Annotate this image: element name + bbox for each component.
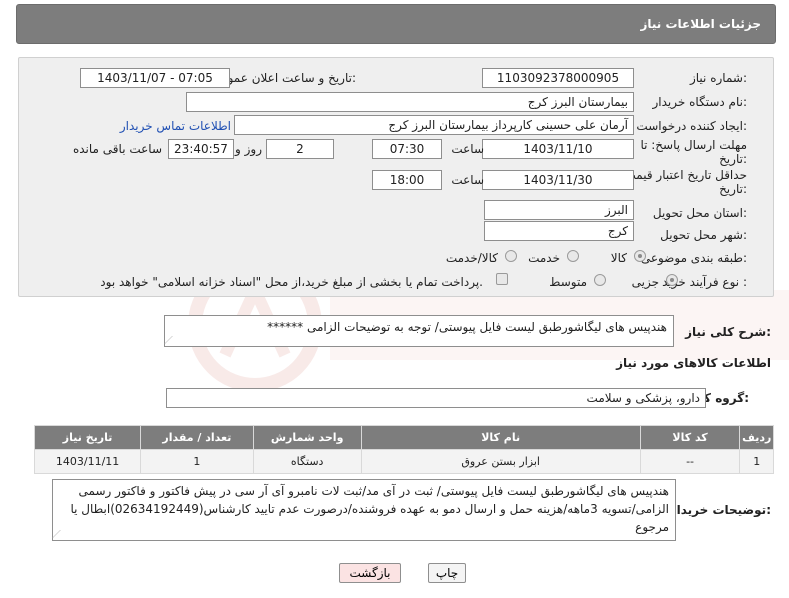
category-radio-goods-service[interactable] — [505, 250, 517, 262]
need-number-label: شماره نیاز: — [689, 71, 747, 85]
buyer-org-field[interactable]: بیمارستان البرز کرج — [186, 92, 634, 112]
col-header-row: ردیف — [739, 425, 774, 450]
price-validity-date-field[interactable]: 1403/11/30 — [482, 170, 634, 190]
description-text: هندپیس های لیگاشورطبق لیست فایل پیوستی/ … — [267, 320, 667, 334]
category-label: طبقه بندی موضوعی: — [640, 251, 747, 265]
category-option-goods-service: کالا/خدمت — [445, 251, 498, 265]
purchase-radio-medium[interactable] — [594, 274, 606, 286]
price-validity-time-field[interactable]: 18:00 — [372, 170, 442, 190]
col-header-code: کد کالا — [639, 425, 741, 450]
back-button[interactable]: بازگشت — [339, 563, 401, 583]
price-validity-label-date: تاریخ: — [719, 182, 747, 196]
treasury-payment-note: پرداخت تمام یا بخشی از مبلغ خرید،از محل … — [100, 275, 483, 289]
reply-deadline-time-field[interactable]: 07:30 — [372, 139, 442, 159]
cell-code: -- — [639, 449, 741, 474]
cell-unit: دستگاه — [252, 449, 362, 474]
delivery-city-label: شهر محل تحویل: — [660, 228, 747, 242]
requester-label: ایجاد کننده درخواست: — [636, 119, 747, 133]
cell-name: ابزار بستن عروق — [360, 449, 641, 474]
buyer-notes-textarea[interactable]: هندپیس های لیگاشورطبق لیست فایل پیوستی/ … — [52, 479, 676, 541]
reply-deadline-label: مهلت ارسال پاسخ: تا — [640, 138, 747, 152]
days-label: روز و — [235, 142, 262, 156]
buyer-org-label: نام دستگاه خریدار: — [652, 95, 748, 109]
price-validity-time-label: ساعت — [451, 173, 484, 187]
print-button[interactable]: چاپ — [428, 563, 466, 583]
delivery-city-field[interactable]: کرج — [484, 221, 634, 241]
remaining-time-field[interactable]: 23:40:57 — [168, 139, 234, 159]
col-header-name: نام کالا — [360, 425, 641, 450]
buyer-contact-link[interactable]: اطلاعات تماس خریدار — [120, 119, 231, 133]
description-textarea[interactable]: هندپیس های لیگاشورطبق لیست فایل پیوستی/ … — [164, 315, 674, 347]
page-title: جزئیات اطلاعات نیاز — [640, 17, 761, 31]
header-bar: جزئیات اطلاعات نیاز — [16, 4, 776, 44]
purchase-option-medium: متوسط — [549, 275, 587, 289]
goods-section-title: اطلاعات کالاهای مورد نیاز — [616, 356, 771, 370]
cell-row: 1 — [739, 449, 774, 474]
buyer-notes-label: توضیحات خریدار: — [669, 503, 771, 517]
goods-group-field[interactable]: دارو، پزشکی و سلامت — [166, 388, 706, 408]
description-label: شرح کلی نیاز: — [685, 325, 771, 339]
treasury-payment-checkbox[interactable] — [496, 273, 508, 285]
table-row[interactable]: 1 -- ابزار بستن عروق دستگاه 1 1403/11/11 — [33, 449, 774, 474]
announce-datetime-field[interactable]: 1403/11/07 - 07:05 — [80, 68, 230, 88]
buyer-notes-text: هندپیس های لیگاشورطبق لیست فایل پیوستی/ … — [70, 484, 669, 534]
col-header-quantity: تعداد / مقدار — [140, 425, 254, 450]
category-radio-service[interactable] — [567, 250, 579, 262]
col-header-date: تاریخ نیاز — [33, 425, 142, 450]
category-option-goods: کالا — [610, 251, 627, 265]
delivery-province-field[interactable]: البرز — [484, 200, 634, 220]
remaining-days-field[interactable]: 2 — [266, 139, 334, 159]
col-header-unit: واحد شمارش — [252, 425, 362, 450]
resize-grip-icon — [52, 530, 68, 538]
cell-quantity: 1 — [140, 449, 254, 474]
reply-deadline-time-label: ساعت — [451, 142, 484, 156]
cell-date: 1403/11/11 — [33, 449, 142, 474]
requester-field[interactable]: آرمان علی حسینی کارپرداز بیمارستان البرز… — [234, 115, 634, 135]
remaining-time-label: ساعت باقی مانده — [72, 142, 162, 156]
reply-deadline-label-date: تاریخ: — [719, 152, 747, 166]
need-number-field[interactable]: 1103092378000905 — [482, 68, 634, 88]
category-option-service: خدمت — [528, 251, 560, 265]
delivery-province-label: استان محل تحویل: — [652, 206, 747, 220]
purchase-radio-minor[interactable] — [666, 274, 678, 286]
purchase-option-minor: جزیی — [631, 275, 659, 289]
resize-grip-icon — [164, 336, 180, 344]
goods-table: ردیف کد کالا نام کالا واحد شمارش تعداد /… — [33, 425, 774, 474]
reply-deadline-date-field[interactable]: 1403/11/10 — [482, 139, 634, 159]
category-radio-goods[interactable] — [634, 250, 646, 262]
announce-datetime-label: تاریخ و ساعت اعلان عمومی: — [211, 71, 356, 85]
